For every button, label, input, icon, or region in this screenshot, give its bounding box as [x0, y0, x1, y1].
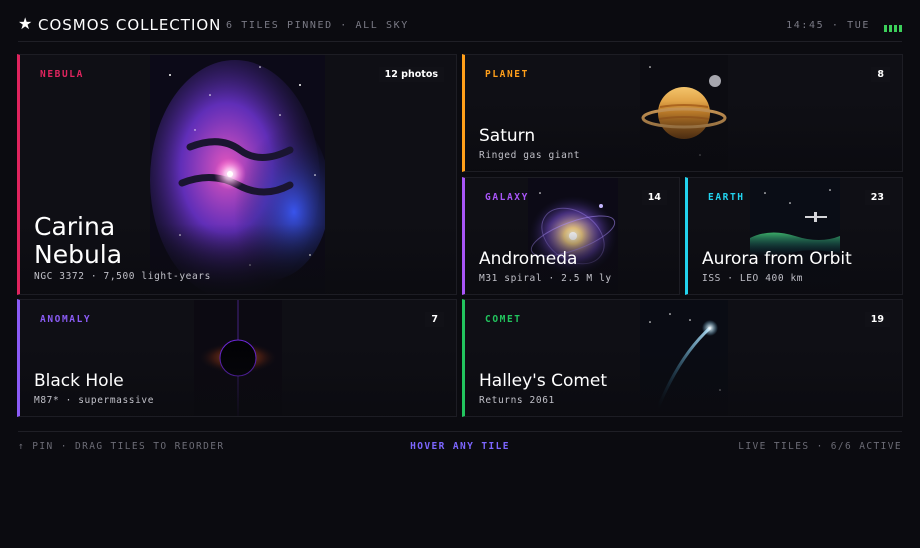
tile-subtitle: Ringed gas giant — [479, 150, 581, 161]
tile-title: Halley's Comet — [479, 371, 608, 391]
tile-category: NEBULA — [40, 69, 84, 80]
tile-title: Carina Nebula — [34, 213, 122, 268]
tile-category: COMET — [485, 314, 522, 325]
battery-icon — [884, 25, 902, 32]
tile-title: Andromeda — [479, 249, 578, 269]
photo-count-badge: 12 photos — [378, 67, 444, 82]
tile-comet[interactable]: COMET 19 Halley's Comet Returns 2061 — [462, 299, 903, 417]
tile-title: Saturn — [479, 126, 536, 146]
photo-count-badge: 14 — [641, 190, 667, 205]
tile-title: Black Hole — [34, 371, 124, 391]
tile-subtitle: M31 spiral · 2.5 M ly — [479, 273, 612, 284]
tile-subtitle: NGC 3372 · 7,500 light-years — [34, 271, 211, 282]
tile-category: ANOMALY — [40, 314, 92, 325]
tile-title: Aurora from Orbit — [702, 249, 852, 269]
tile-anomaly[interactable]: ANOMALY 7 Black Hole M87* · supermassive — [17, 299, 457, 417]
tile-title-line-2: Nebula — [34, 239, 123, 269]
pinned-status: 6 TILES PINNED · ALL SKY — [226, 20, 409, 31]
live-tiles-status: LIVE TILES · 6/6 ACTIVE — [738, 441, 902, 452]
photo-count-badge: 23 — [864, 190, 890, 205]
tile-planet[interactable]: PLANET 8 Saturn Ringed gas giant — [462, 54, 903, 172]
tile-galaxy[interactable]: GALAXY 14 Andromeda M31 spiral · 2.5 M l… — [462, 177, 680, 295]
app-title: COSMOS COLLECTION — [38, 16, 222, 34]
app-header: ★ COSMOS COLLECTION 6 TILES PINNED · ALL… — [18, 12, 902, 42]
tile-category: GALAXY — [485, 192, 529, 203]
tile-subtitle: M87* · supermassive — [34, 395, 155, 406]
tile-title-line-1: Carina — [34, 212, 116, 241]
photo-count-badge: 8 — [871, 67, 890, 82]
tile-subtitle: ISS · LEO 400 km — [702, 273, 804, 284]
tile-subtitle: Returns 2061 — [479, 395, 555, 406]
tile-earth[interactable]: EARTH 23 Aurora from Orbit ISS · LEO 400… — [685, 177, 903, 295]
tile-category: EARTH — [708, 192, 745, 203]
photo-count-badge: 19 — [864, 312, 890, 327]
clock: 14:45 · TUE — [786, 20, 870, 31]
star-icon: ★ — [18, 14, 33, 33]
tile-nebula[interactable]: NEBULA 12 photos Carina Nebula NGC 3372 … — [17, 54, 457, 295]
tile-category: PLANET — [485, 69, 529, 80]
photo-count-badge: 7 — [425, 312, 444, 327]
app-footer: ↑ PIN · DRAG TILES TO REORDER HOVER ANY … — [18, 431, 902, 455]
